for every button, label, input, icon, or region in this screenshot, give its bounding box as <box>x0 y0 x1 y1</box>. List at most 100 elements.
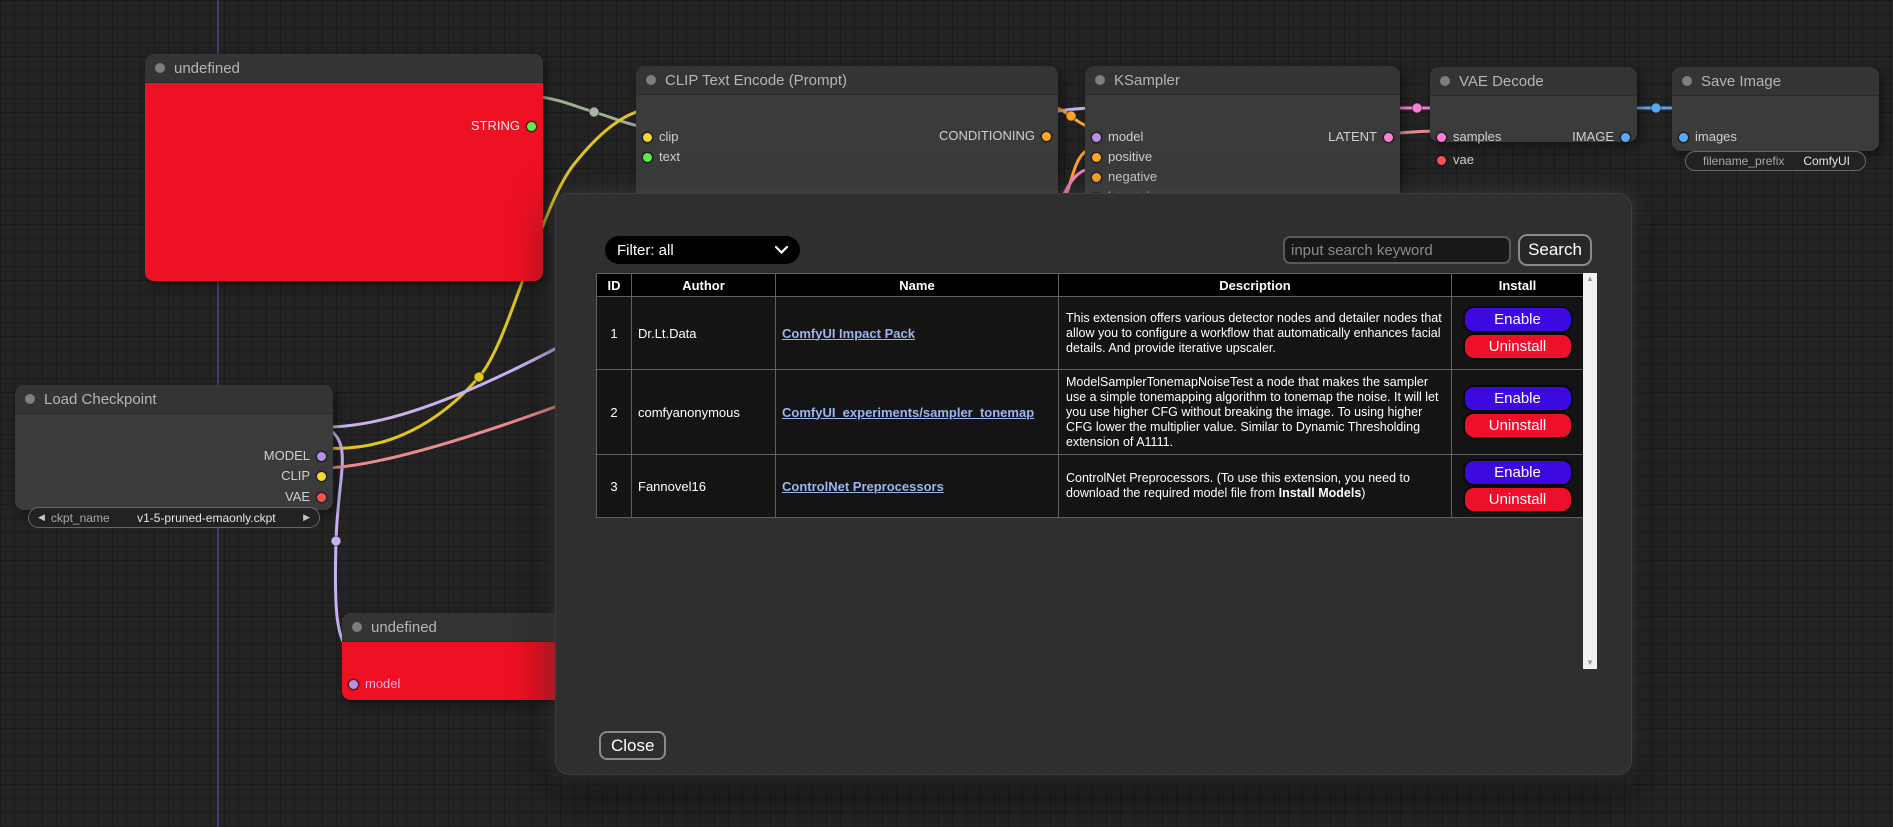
comfyui-canvas[interactable]: undefined STRING CLIP Text Encode (Promp… <box>0 0 1893 827</box>
port-image-output[interactable] <box>1621 133 1630 142</box>
enable-button[interactable]: Enable <box>1465 461 1571 484</box>
node-title: Load Checkpoint <box>44 391 157 408</box>
port-clip-output[interactable] <box>317 472 326 481</box>
enable-button[interactable]: Enable <box>1465 387 1571 410</box>
link-dot <box>1412 103 1422 113</box>
uninstall-button[interactable]: Uninstall <box>1465 414 1571 437</box>
port-label: STRING <box>471 119 520 133</box>
widget-label: filename_prefix <box>1695 154 1784 168</box>
port-label: negative <box>1108 170 1157 184</box>
col-header-install: Install <box>1452 274 1584 297</box>
increment-arrow-icon[interactable]: ▶ <box>303 512 310 523</box>
extension-link[interactable]: ComfyUI Impact Pack <box>782 326 915 341</box>
port-label: VAE <box>285 490 310 504</box>
node-title-bar[interactable]: CLIP Text Encode (Prompt) <box>636 66 1058 95</box>
port-conditioning-output[interactable] <box>1042 132 1051 141</box>
widget-value: ComfyUI <box>1790 154 1856 168</box>
enable-button[interactable]: Enable <box>1465 308 1571 331</box>
scroll-up-arrow-icon[interactable]: ▲ <box>1586 273 1594 285</box>
widget-value: v1-5-pruned-emaonly.ckpt <box>116 511 297 525</box>
filename-prefix-widget[interactable]: filename_prefix ComfyUI <box>1685 151 1866 171</box>
port-label: CONDITIONING <box>939 129 1035 143</box>
extension-link[interactable]: ComfyUI_experiments/sampler_tonemap <box>782 405 1034 420</box>
port-model-input[interactable] <box>1092 133 1101 142</box>
port-label: LATENT <box>1328 130 1377 144</box>
port-latent-output[interactable] <box>1384 133 1393 142</box>
close-button[interactable]: Close <box>599 731 666 760</box>
filter-selected-value: Filter: all <box>617 242 674 259</box>
cell-author: Fannovel16 <box>632 455 776 518</box>
cell-description: ModelSamplerTonemapNoiseTest a node that… <box>1059 370 1452 455</box>
port-label: clip <box>659 130 679 144</box>
collapse-dot-icon[interactable] <box>352 622 362 632</box>
port-label: positive <box>1108 150 1152 164</box>
cell-id: 2 <box>597 370 632 455</box>
node-undefined-top[interactable]: undefined STRING <box>145 54 543 281</box>
port-string-output[interactable] <box>527 122 536 131</box>
table-row: 2 comfyanonymous ComfyUI_experiments/sam… <box>597 370 1584 455</box>
decrement-arrow-icon[interactable]: ◀ <box>38 512 45 523</box>
port-positive-input[interactable] <box>1092 153 1101 162</box>
port-text-input[interactable] <box>643 153 652 162</box>
uninstall-button[interactable]: Uninstall <box>1465 488 1571 511</box>
link-dot <box>1651 103 1661 113</box>
search-button[interactable]: Search <box>1518 234 1592 266</box>
link-dot <box>331 536 341 546</box>
filter-select[interactable]: Filter: all <box>605 236 800 264</box>
ckpt-name-widget[interactable]: ◀ ckpt_name v1-5-pruned-emaonly.ckpt ▶ <box>28 507 320 528</box>
node-load-checkpoint[interactable]: Load Checkpoint MODEL CLIP VAE ◀ ckpt_na… <box>15 385 333 510</box>
node-title-bar[interactable]: VAE Decode <box>1430 67 1637 96</box>
node-save-image[interactable]: Save Image images filename_prefix ComfyU… <box>1672 67 1879 151</box>
search-input[interactable] <box>1283 236 1511 264</box>
port-clip-input[interactable] <box>643 133 652 142</box>
col-header-id: ID <box>597 274 632 297</box>
collapse-dot-icon[interactable] <box>25 394 35 404</box>
node-title-bar[interactable]: Save Image <box>1672 67 1879 96</box>
node-title: KSampler <box>1114 72 1180 89</box>
node-title-bar[interactable]: undefined <box>145 54 543 83</box>
port-samples-input[interactable] <box>1437 133 1446 142</box>
collapse-dot-icon[interactable] <box>646 75 656 85</box>
cell-author: Dr.Lt.Data <box>632 297 776 370</box>
table-scrollbar[interactable]: ▲ ▼ <box>1583 273 1597 669</box>
widget-label: ckpt_name <box>51 511 110 525</box>
port-model-input[interactable] <box>349 680 358 689</box>
port-vae-output[interactable] <box>317 493 326 502</box>
port-model-output[interactable] <box>317 452 326 461</box>
port-label: model <box>365 677 400 691</box>
port-vae-input[interactable] <box>1437 156 1446 165</box>
port-label: MODEL <box>264 449 310 463</box>
node-title-bar[interactable]: Load Checkpoint <box>15 385 333 414</box>
collapse-dot-icon[interactable] <box>1440 76 1450 86</box>
port-label: images <box>1695 130 1737 144</box>
link-dot <box>1066 111 1076 121</box>
node-title-bar[interactable]: KSampler <box>1085 66 1400 95</box>
collapse-dot-icon[interactable] <box>1682 76 1692 86</box>
col-header-author: Author <box>632 274 776 297</box>
node-title: VAE Decode <box>1459 73 1544 90</box>
port-label: model <box>1108 130 1143 144</box>
manager-dialog: Filter: all Search ID Author Name Descri… <box>555 193 1632 775</box>
col-header-name: Name <box>776 274 1059 297</box>
node-vae-decode[interactable]: VAE Decode samples vae IMAGE <box>1430 67 1637 142</box>
link-dot <box>589 107 599 117</box>
cell-description: ControlNet Preprocessors. (To use this e… <box>1059 455 1452 518</box>
node-title: Save Image <box>1701 73 1781 90</box>
extension-link[interactable]: ControlNet Preprocessors <box>782 479 944 494</box>
cell-author: comfyanonymous <box>632 370 776 455</box>
uninstall-button[interactable]: Uninstall <box>1465 335 1571 358</box>
collapse-dot-icon[interactable] <box>155 63 165 73</box>
collapse-dot-icon[interactable] <box>1095 75 1105 85</box>
extensions-table: ID Author Name Description Install 1 Dr.… <box>596 273 1584 518</box>
port-label: text <box>659 150 680 164</box>
port-label: CLIP <box>281 469 310 483</box>
port-images-input[interactable] <box>1679 133 1688 142</box>
cell-id: 3 <box>597 455 632 518</box>
node-title: CLIP Text Encode (Prompt) <box>665 72 847 89</box>
col-header-description: Description <box>1059 274 1452 297</box>
chevron-down-icon <box>775 246 788 254</box>
port-label: vae <box>1453 153 1474 167</box>
cell-id: 1 <box>597 297 632 370</box>
scroll-down-arrow-icon[interactable]: ▼ <box>1586 657 1594 669</box>
port-negative-input[interactable] <box>1092 173 1101 182</box>
